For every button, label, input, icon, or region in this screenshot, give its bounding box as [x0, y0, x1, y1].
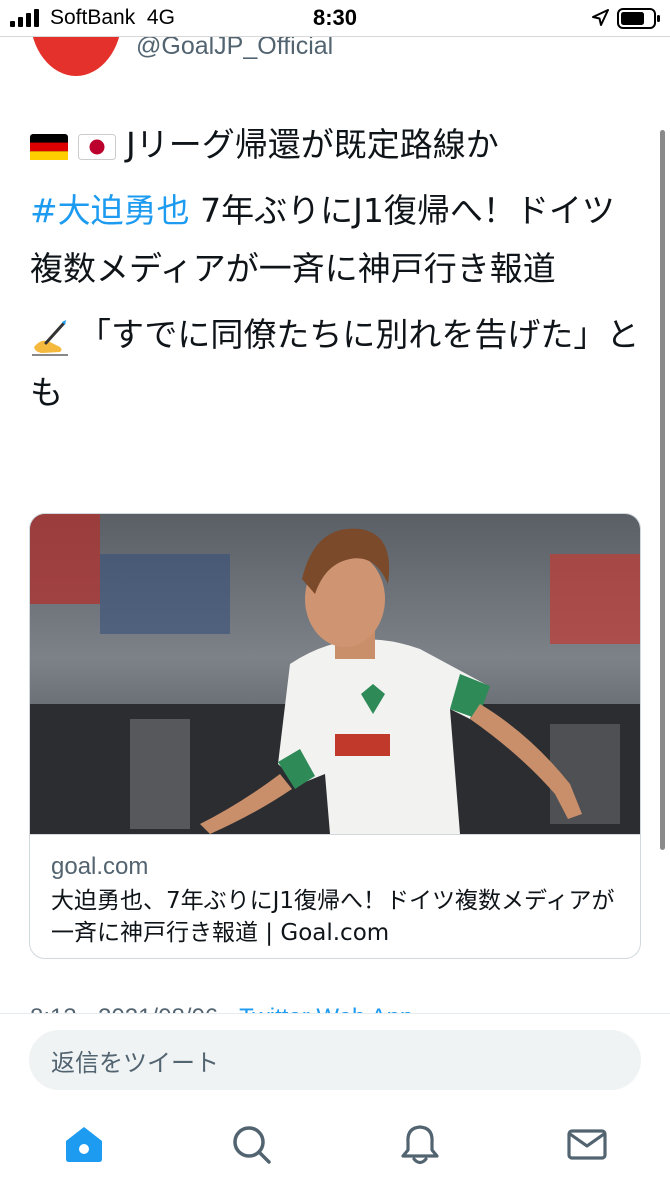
- search-icon: [233, 1126, 271, 1164]
- tweet-headline: #大迫勇也 7年ぶりにJ1復帰へ！ドイツ複数メディアが一斉に神戸行き報道: [30, 182, 640, 298]
- battery-icon: [617, 8, 660, 29]
- link-card[interactable]: goal.com 大迫勇也、7年ぶりにJ1復帰へ！ドイツ複数メディアが一斉に神戸…: [29, 513, 641, 959]
- germany-flag-icon: [30, 133, 68, 160]
- tweet-quote: 「すでに同僚たちに別れを告げた」とも: [30, 306, 640, 422]
- tab-home[interactable]: [62, 1122, 106, 1166]
- tweet-quote-text: 「すでに同僚たちに別れを告げた」とも: [30, 315, 640, 412]
- card-body: goal.com 大迫勇也、7年ぶりにJ1復帰へ！ドイツ複数メディアが一斉に神戸…: [30, 834, 640, 958]
- messages-icon: [567, 1129, 607, 1160]
- card-domain: goal.com: [51, 853, 149, 880]
- scroll-indicator[interactable]: [660, 130, 665, 850]
- tab-messages[interactable]: [565, 1122, 609, 1166]
- carrier-label: SoftBank 4G: [50, 6, 175, 30]
- carrier-name: SoftBank: [50, 6, 136, 29]
- cellular-signal-icon: [10, 9, 39, 27]
- screen: SoftBank 4G 8:30 @GoalJP_Official Jリーグ帰還…: [0, 0, 670, 1192]
- tab-bar: [0, 1108, 670, 1192]
- tweet-line-1: Jリーグ帰還が既定路線か: [30, 116, 640, 174]
- header-divider: [0, 36, 670, 37]
- status-bar: SoftBank 4G 8:30: [0, 0, 670, 36]
- network-type: 4G: [146, 6, 175, 29]
- tweet-meta: 8:13 · 2021/08/06 · Twitter Web App: [30, 996, 640, 1014]
- japan-flag-icon: [78, 133, 116, 160]
- reply-input[interactable]: 返信をツイート: [29, 1030, 641, 1090]
- notifications-icon: [401, 1125, 439, 1165]
- tab-search[interactable]: [229, 1122, 273, 1166]
- location-arrow-icon: [592, 9, 609, 26]
- tweet-text: Jリーグ帰還が既定路線か #大迫勇也 7年ぶりにJ1復帰へ！ドイツ複数メディアが…: [30, 116, 640, 430]
- card-photo: [30, 514, 640, 834]
- tab-notifications[interactable]: [398, 1122, 442, 1166]
- card-title: 大迫勇也、7年ぶりにJ1復帰へ！ドイツ複数メディアが一斉に神戸行き報道 | Go…: [51, 888, 615, 946]
- writing-hand-icon: [32, 319, 68, 356]
- hashtag-link[interactable]: #大迫勇也: [30, 191, 190, 230]
- tweet-line-1-text: Jリーグ帰還が既定路線か: [126, 125, 499, 164]
- reply-placeholder: 返信をツイート: [51, 1048, 219, 1077]
- home-icon: [66, 1127, 102, 1162]
- reply-bar-divider: [0, 1013, 670, 1014]
